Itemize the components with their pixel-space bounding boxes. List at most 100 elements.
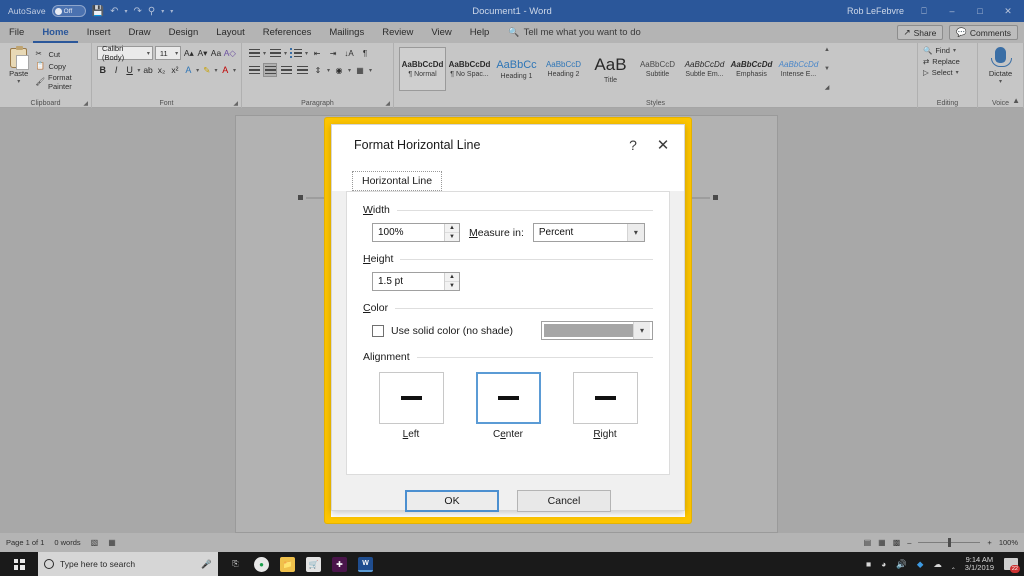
underline-dropdown-icon[interactable]: ▾: [137, 67, 140, 74]
numbering-icon[interactable]: [268, 46, 282, 60]
language-icon[interactable]: ▦: [108, 538, 116, 547]
borders-dropdown-icon[interactable]: ▾: [369, 67, 372, 74]
font-family-combo[interactable]: Calibri (Body) ▾: [97, 44, 153, 62]
touch-mode-icon[interactable]: ⚲: [148, 6, 155, 17]
tab-layout[interactable]: Layout: [207, 22, 254, 43]
scroll-up-icon[interactable]: ▲: [824, 47, 830, 53]
ribbon-display-options-icon[interactable]: ⎕: [916, 6, 932, 17]
tab-view[interactable]: View: [422, 22, 460, 43]
dictate-dropdown-icon[interactable]: ▾: [999, 78, 1002, 85]
spell-check-icon[interactable]: ▧: [91, 538, 99, 547]
tab-file[interactable]: File: [0, 22, 33, 43]
help-icon[interactable]: ?: [618, 130, 648, 160]
slack-icon[interactable]: ✚: [332, 556, 347, 572]
font-size-combo[interactable]: 11 ▾: [154, 46, 182, 60]
tell-me-search[interactable]: 🔍 Tell me what you want to do: [508, 27, 640, 38]
microsoft-store-icon[interactable]: 🛒: [306, 556, 321, 572]
style-intense-emphasis[interactable]: AaBbCcDd Intense E...: [775, 47, 822, 91]
microphone-icon[interactable]: [991, 47, 1012, 67]
increase-indent-icon[interactable]: ⇥: [326, 46, 340, 60]
word-icon[interactable]: W: [358, 556, 373, 572]
style-heading-2[interactable]: AaBbCcD Heading 2: [540, 47, 587, 91]
clipboard-dialog-launcher-icon[interactable]: ◢: [83, 100, 88, 107]
text-effects-icon[interactable]: A: [183, 63, 194, 77]
alignment-option-center[interactable]: Center: [474, 372, 542, 440]
touch-dropdown-icon[interactable]: ▾: [161, 8, 164, 15]
chrome-icon[interactable]: ●: [254, 556, 269, 572]
task-view-icon[interactable]: ⎘: [228, 557, 243, 572]
highlight-icon[interactable]: ✎: [201, 63, 212, 77]
font-color-dropdown-icon[interactable]: ▾: [233, 67, 236, 74]
format-painter-button[interactable]: 🖌 Format Painter: [35, 73, 86, 91]
close-button[interactable]: ✕: [1000, 6, 1016, 17]
undo-icon[interactable]: ↶: [110, 6, 118, 17]
spinner-down-icon[interactable]: ▼: [445, 233, 459, 241]
color-picker-dropdown[interactable]: ▾: [541, 321, 653, 340]
bullets-dropdown-icon[interactable]: ▾: [263, 50, 266, 57]
cancel-button[interactable]: Cancel: [517, 490, 611, 512]
align-left-icon[interactable]: [247, 63, 261, 77]
select-button[interactable]: ▷ Select ▾: [923, 68, 972, 77]
close-icon[interactable]: ✕: [648, 130, 678, 160]
replace-button[interactable]: ⇄ Replace: [923, 57, 972, 66]
multilevel-dropdown-icon[interactable]: ▾: [305, 50, 308, 57]
zoom-level[interactable]: 100%: [999, 538, 1018, 547]
battery-icon[interactable]: ■: [866, 559, 871, 569]
styles-more-icon[interactable]: ◢: [825, 84, 830, 91]
show-marks-icon[interactable]: ¶: [358, 46, 372, 60]
select-dropdown-icon[interactable]: ▾: [956, 69, 959, 76]
alignment-option-left[interactable]: Left: [377, 372, 445, 440]
numbering-dropdown-icon[interactable]: ▾: [284, 50, 287, 57]
spinner-up-icon[interactable]: ▲: [445, 224, 459, 233]
chevron-down-icon[interactable]: ▾: [633, 322, 650, 339]
paste-dropdown-icon[interactable]: ▾: [17, 78, 20, 85]
tab-design[interactable]: Design: [160, 22, 208, 43]
spinner-down-icon[interactable]: ▼: [445, 282, 459, 290]
zoom-slider[interactable]: [918, 537, 981, 547]
microphone-icon[interactable]: 🎤: [201, 559, 212, 570]
tab-mailings[interactable]: Mailings: [320, 22, 373, 43]
tab-help[interactable]: Help: [461, 22, 499, 43]
zoom-out-button[interactable]: –: [907, 538, 911, 547]
paste-button[interactable]: Paste ▾: [5, 46, 32, 108]
zoom-slider-thumb[interactable]: [948, 537, 952, 547]
share-button[interactable]: ↗ Share: [896, 25, 944, 40]
maximize-button[interactable]: □: [972, 6, 988, 16]
spinner-up-icon[interactable]: ▲: [445, 273, 459, 282]
underline-icon[interactable]: U: [124, 63, 135, 77]
style-subtitle[interactable]: AaBbCcD Subtitle: [634, 47, 681, 91]
page-info[interactable]: Page 1 of 1: [6, 538, 44, 547]
change-case-icon[interactable]: Aa: [210, 46, 222, 60]
bluetooth-icon[interactable]: ‸: [952, 559, 955, 570]
web-layout-icon[interactable]: ▩: [893, 538, 901, 547]
cut-button[interactable]: ✂ Cut: [35, 49, 86, 59]
superscript-icon[interactable]: x²: [169, 63, 180, 77]
styles-gallery-scroll[interactable]: ▲ ▼ ◢: [822, 47, 832, 91]
read-mode-icon[interactable]: ▤: [864, 538, 872, 547]
font-color-icon[interactable]: A: [220, 63, 231, 77]
paragraph-dialog-launcher-icon[interactable]: ◢: [385, 100, 390, 107]
width-input[interactable]: 100% ▲ ▼: [372, 223, 460, 242]
redo-icon[interactable]: ↷: [134, 6, 142, 17]
align-right-icon[interactable]: [279, 63, 293, 77]
tab-review[interactable]: Review: [373, 22, 422, 43]
file-explorer-icon[interactable]: 📁: [280, 556, 295, 572]
save-icon[interactable]: 💾: [92, 6, 104, 17]
taskbar-search-input[interactable]: Type here to search 🎤: [38, 552, 218, 576]
zoom-in-button[interactable]: +: [987, 538, 991, 547]
tab-draw[interactable]: Draw: [119, 22, 159, 43]
highlight-dropdown-icon[interactable]: ▾: [215, 67, 218, 74]
bold-icon[interactable]: B: [97, 63, 108, 77]
alignment-option-right[interactable]: Right: [571, 372, 639, 440]
tab-home[interactable]: Home: [33, 22, 77, 43]
undo-dropdown-icon[interactable]: ▾: [125, 8, 128, 15]
onedrive-icon[interactable]: ☁: [933, 559, 942, 570]
multilevel-list-icon[interactable]: [289, 46, 303, 60]
chevron-down-icon[interactable]: ▾: [626, 224, 644, 241]
find-dropdown-icon[interactable]: ▾: [953, 47, 956, 54]
style-no-spacing[interactable]: AaBbCcDd ¶ No Spac...: [446, 47, 493, 91]
text-effects-dropdown-icon[interactable]: ▾: [196, 67, 199, 74]
height-spinner[interactable]: ▲ ▼: [444, 273, 459, 290]
volume-icon[interactable]: 🔊: [896, 559, 907, 570]
copy-button[interactable]: 📋 Copy: [35, 61, 86, 71]
